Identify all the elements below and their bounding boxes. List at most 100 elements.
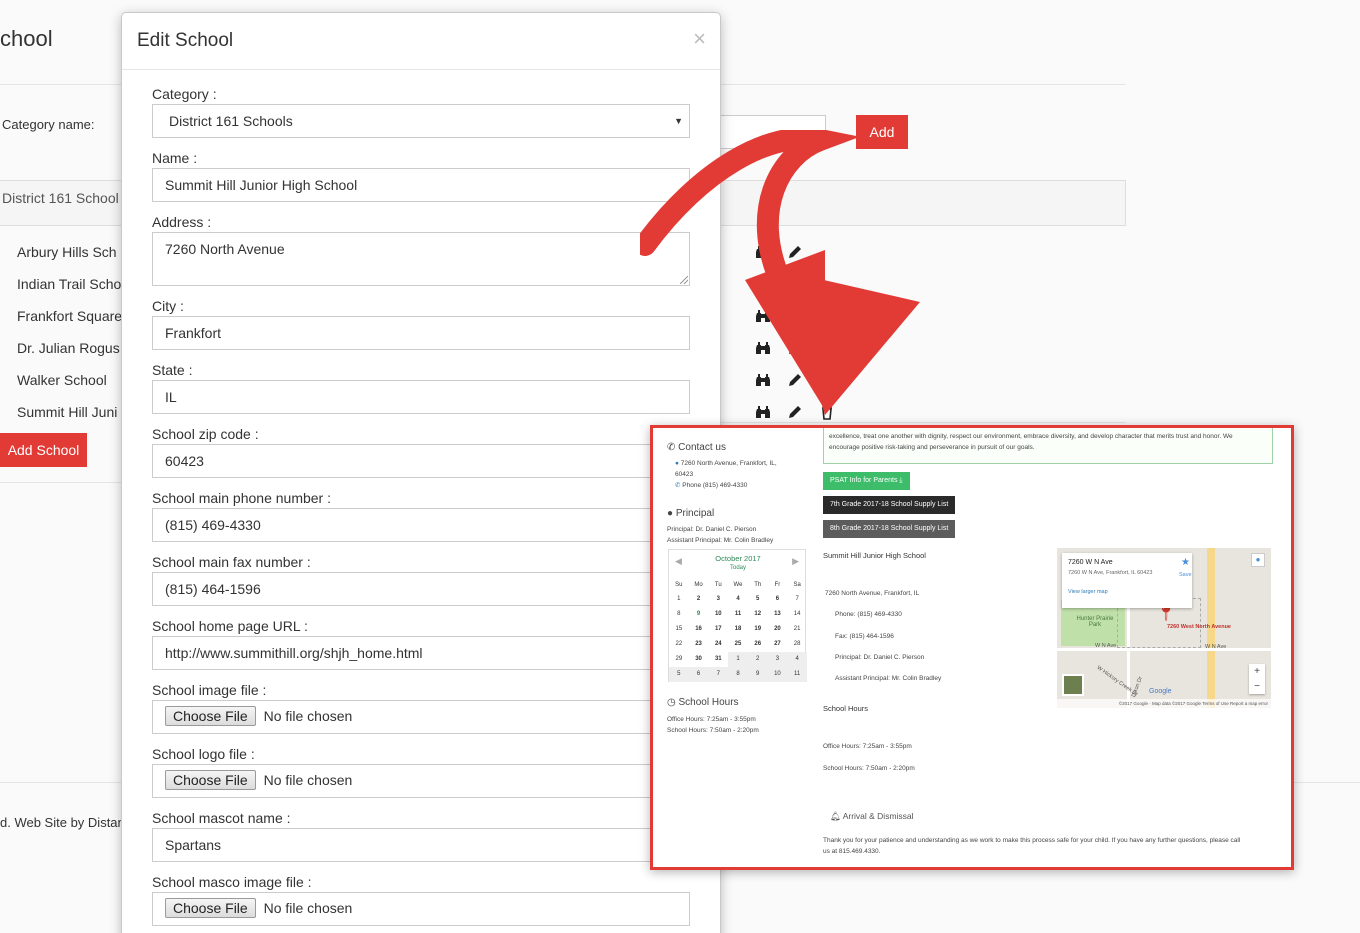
calendar-day[interactable]: 6 — [688, 667, 709, 682]
assistant-line: Assistant Principal: Mr. Colin Bradley — [667, 537, 774, 544]
category-select[interactable]: District 161 Schools ▼ — [152, 104, 690, 138]
calendar-weekday: Su — [675, 582, 683, 588]
calendar-day[interactable]: 19 — [748, 622, 768, 637]
school-list-item[interactable]: Indian Trail Scho — [17, 276, 121, 292]
close-icon[interactable]: × — [693, 28, 706, 50]
footer-credit: d. Web Site by Distan — [0, 815, 125, 830]
road-label: Dixon Dr — [1131, 675, 1144, 699]
calendar-weekday: We — [733, 582, 743, 588]
fax-input[interactable]: (815) 464-1596 — [152, 572, 690, 606]
choose-file-button[interactable]: Choose File — [165, 770, 256, 790]
category-panel-title: District 161 School — [2, 190, 119, 206]
calendar-day[interactable]: 8 — [669, 607, 689, 622]
school-list-item[interactable]: Dr. Julian Rogus — [17, 340, 120, 356]
pegman-icon[interactable]: ● — [1251, 553, 1265, 567]
calendar-day[interactable]: 9 — [747, 667, 768, 682]
zip-input[interactable]: 60423 — [152, 444, 690, 478]
road-label: W N Ave — [1095, 643, 1117, 649]
school-list-item[interactable]: Summit Hill Juni — [17, 404, 117, 420]
view-larger-map-link[interactable]: View larger map — [1068, 589, 1108, 595]
road — [1057, 648, 1271, 651]
calendar-day[interactable]: 15 — [669, 622, 689, 637]
calendar-day[interactable]: 10 — [708, 607, 728, 622]
fax-detail: Fax: (815) 464-1596 — [835, 633, 894, 640]
calendar-day[interactable]: 1 — [669, 592, 689, 607]
calendar-day[interactable]: 4 — [787, 652, 807, 667]
calendar-day[interactable]: 7 — [708, 667, 729, 682]
calendar-day[interactable]: 5 — [748, 592, 768, 607]
calendar-day[interactable]: 13 — [768, 607, 788, 622]
phone-input[interactable]: (815) 469-4330 — [152, 508, 690, 542]
calendar-day[interactable]: 22 — [669, 637, 689, 652]
calendar-day[interactable]: 28 — [787, 637, 807, 652]
add-school-button[interactable]: Add School — [0, 433, 87, 467]
image-file-label: School image file : — [152, 682, 267, 698]
calendar-day[interactable]: 2 — [747, 652, 768, 667]
calendar-day[interactable]: 20 — [768, 622, 788, 637]
mascot-name-input[interactable]: Spartans — [152, 828, 690, 862]
url-input[interactable]: http://www.summithill.org/shjh_home.html — [152, 636, 690, 670]
calendar-day[interactable]: 7 — [787, 592, 807, 607]
school-list-item[interactable]: Walker School — [17, 372, 107, 388]
star-icon[interactable]: ★ — [1181, 557, 1190, 568]
curved-arrow-annotation — [640, 130, 920, 415]
calendar-day[interactable]: 21 — [787, 622, 807, 637]
calendar-day[interactable]: 18 — [728, 622, 748, 637]
zoom-in-button[interactable]: + — [1249, 664, 1265, 679]
address-label: Address : — [152, 214, 212, 230]
satellite-thumbnail[interactable] — [1062, 674, 1084, 696]
map-save-label[interactable]: Save — [1179, 572, 1192, 578]
calendar-day[interactable]: 6 — [768, 592, 788, 607]
calendar-day[interactable]: 26 — [748, 637, 768, 652]
grade7-supply-button[interactable]: 7th Grade 2017-18 School Supply List — [823, 496, 956, 514]
calendar-day[interactable]: 5 — [669, 667, 689, 682]
principal-heading: ● Principal — [667, 508, 714, 519]
calendar-day[interactable]: 31 — [708, 652, 728, 667]
google-map[interactable]: Hunter Prairie Park W N Ave W N Ave W Hi… — [1057, 548, 1271, 708]
calendar-day[interactable]: 11 — [728, 607, 748, 622]
choose-file-button[interactable]: Choose File — [165, 898, 256, 918]
calendar-day[interactable]: 3 — [767, 652, 788, 667]
calendar-month: October 2017 — [715, 554, 761, 563]
address-textarea[interactable]: 7260 North Avenue — [152, 232, 690, 286]
calendar-weekday: Fr — [774, 582, 781, 588]
school-list-item[interactable]: Frankfort Square — [17, 308, 122, 324]
city-label: City : — [152, 298, 184, 314]
calendar-day[interactable]: 12 — [748, 607, 768, 622]
assistant-detail: Assistant Principal: Mr. Colin Bradley — [835, 675, 942, 682]
calendar-day[interactable]: 8 — [728, 667, 748, 682]
school-list-item[interactable]: Arbury Hills Sch — [17, 244, 117, 260]
calendar-day[interactable]: 23 — [689, 637, 709, 652]
calendar-day[interactable]: 14 — [787, 607, 807, 622]
calendar-day[interactable]: 2 — [689, 592, 709, 607]
map-pin-label: 7260 West North Avenue — [1167, 624, 1231, 630]
calendar-day[interactable]: 1 — [728, 652, 748, 667]
calendar-day[interactable]: 30 — [689, 652, 709, 667]
mascot-image-label: School masco image file : — [152, 874, 312, 890]
calendar-day[interactable]: 29 — [669, 652, 689, 667]
calendar-day[interactable]: 16 — [689, 622, 709, 637]
calendar-day[interactable]: 25 — [728, 637, 748, 652]
hours-heading-text: School Hours — [678, 697, 739, 708]
psat-button[interactable]: PSAT Info for Parents ⤓ — [823, 472, 910, 490]
name-input[interactable]: Summit Hill Junior High School — [152, 168, 690, 202]
choose-file-button[interactable]: Choose File — [165, 706, 256, 726]
city-input[interactable]: Frankfort — [152, 316, 690, 350]
calendar-day[interactable]: 17 — [708, 622, 728, 637]
calendar-day[interactable]: 24 — [708, 637, 728, 652]
calendar-day[interactable]: 3 — [708, 592, 728, 607]
map-pin-icon[interactable]: 📍︎ — [1156, 606, 1176, 622]
state-input[interactable]: IL — [152, 380, 690, 414]
calendar-day[interactable]: 11 — [787, 667, 807, 682]
grade8-supply-button[interactable]: 8th Grade 2017-18 School Supply List — [823, 520, 956, 538]
calendar-day[interactable]: 27 — [768, 637, 788, 652]
divider — [1290, 782, 1360, 783]
calendar-day[interactable]: 4 — [728, 592, 748, 607]
calendar-day[interactable]: 9 — [689, 607, 709, 622]
user-icon: ● — [667, 508, 676, 519]
zoom-out-button[interactable]: − — [1249, 679, 1265, 694]
calendar-day[interactable]: 10 — [767, 667, 788, 682]
contact-address-text: 7260 North Avenue, Frankfort, IL, — [680, 460, 777, 467]
calendar-today[interactable]: Today — [669, 565, 807, 571]
divider — [720, 422, 1126, 423]
